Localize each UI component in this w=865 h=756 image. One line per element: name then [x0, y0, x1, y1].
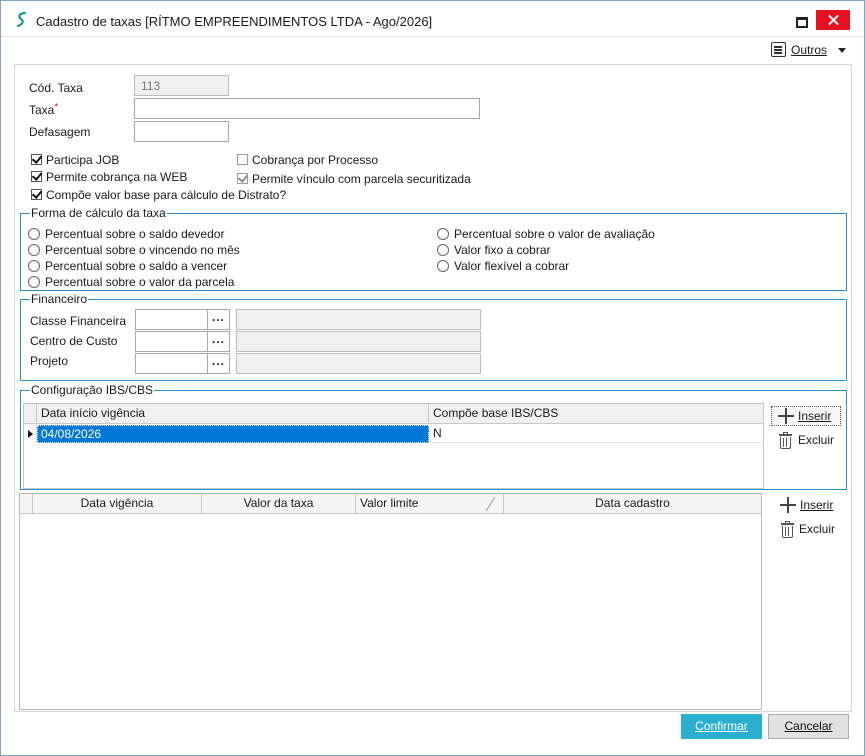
- projeto-lookup-button[interactable]: ...: [208, 353, 230, 374]
- dialog-window: Cadastro de taxas [RÍTMO EMPREENDIMENTOS…: [0, 0, 865, 756]
- forma-calculo-group: Forma de cálculo da taxa Percentual sobr…: [20, 206, 847, 291]
- classe-financeira-code-field[interactable]: [135, 309, 208, 330]
- checkbox-checked-icon: [31, 189, 42, 200]
- checkbox-checked-icon: [237, 173, 248, 184]
- list-icon: [771, 42, 786, 57]
- app-logo-icon: [16, 12, 27, 28]
- radio-label: Valor flexível a cobrar: [454, 259, 570, 273]
- radio-label: Percentual sobre o valor da parcela: [45, 275, 235, 289]
- checkbox-checked-icon: [31, 154, 42, 165]
- required-marker: *: [54, 102, 59, 113]
- table-cell-data-inicio[interactable]: 04/08/2026: [37, 425, 429, 443]
- centro-custo-desc-field: [236, 331, 481, 352]
- classe-financeira-label: Classe Financeira: [30, 314, 127, 328]
- defasagem-field[interactable]: [134, 121, 229, 142]
- centro-custo-lookup-button[interactable]: ...: [208, 331, 230, 352]
- column-valor-taxa[interactable]: Valor da taxa: [202, 494, 356, 514]
- row-pointer-icon: [28, 430, 33, 438]
- plus-icon: [780, 497, 796, 513]
- ibs-inserir-button[interactable]: Inserir: [771, 406, 841, 426]
- radio-icon: [28, 276, 40, 288]
- column-valor-limite[interactable]: Valor limite: [356, 494, 504, 514]
- centro-custo-label: Centro de Custo: [30, 334, 118, 348]
- checkbox-unchecked-icon: [237, 154, 248, 165]
- cod-taxa-label: Cód. Taxa: [29, 81, 83, 95]
- confirmar-button[interactable]: Confirmar: [681, 714, 762, 739]
- vigencia-inserir-button[interactable]: Inserir: [778, 496, 848, 516]
- cancelar-button[interactable]: Cancelar: [768, 714, 849, 739]
- radio-label: Percentual sobre o vincendo no mês: [45, 243, 240, 257]
- vigencia-inserir-label: Inserir: [800, 498, 834, 512]
- financeiro-title: Financeiro: [30, 292, 89, 306]
- radio-label: Percentual sobre o valor de avaliação: [454, 227, 655, 241]
- trash-icon: [779, 432, 792, 449]
- column-data-cadastro[interactable]: Data cadastro: [504, 494, 761, 514]
- vigencia-grid: Data vigência Valor da taxa Valor limite…: [19, 493, 762, 710]
- classe-financeira-lookup-button[interactable]: ...: [208, 309, 230, 330]
- ibs-cbs-grid-header: Data início vigência Compõe base IBS/CBS: [24, 404, 763, 424]
- column-data-inicio-vigencia[interactable]: Data início vigência: [37, 404, 429, 424]
- projeto-label: Projeto: [30, 354, 69, 368]
- radio-label: Valor fixo a cobrar: [454, 243, 551, 257]
- plus-icon: [778, 408, 794, 424]
- column-data-vigencia[interactable]: Data vigência: [33, 494, 202, 514]
- trash-icon: [781, 521, 794, 538]
- projeto-desc-field: [236, 353, 481, 374]
- table-cell-compoe-base[interactable]: N: [430, 425, 763, 443]
- radio-label: Percentual sobre o saldo a vencer: [45, 259, 228, 273]
- ibs-cbs-grid: Data início vigência Compõe base IBS/CBS…: [23, 403, 764, 489]
- column-resize-icon: [485, 497, 496, 511]
- taxa-label: Taxa*: [29, 102, 59, 117]
- participa-job-label: Participa JOB: [46, 153, 120, 167]
- radio-icon: [437, 260, 449, 272]
- radio-icon: [437, 244, 449, 256]
- financeiro-group: Financeiro Classe Financeira ... Centro …: [20, 292, 847, 381]
- cancelar-label: Cancelar: [784, 719, 833, 733]
- radio-icon: [437, 228, 449, 240]
- cobranca-processo-label: Cobrança por Processo: [252, 153, 379, 167]
- chevron-down-icon: [838, 48, 846, 53]
- taxa-field[interactable]: [134, 98, 480, 119]
- projeto-code-field[interactable]: [135, 353, 208, 374]
- defasagem-label: Defasagem: [29, 125, 91, 139]
- confirmar-label: Confirmar: [695, 719, 748, 733]
- permite-cobranca-web-label: Permite cobrança na WEB: [46, 170, 188, 184]
- radio-icon: [28, 228, 40, 240]
- column-compoe-base[interactable]: Compõe base IBS/CBS: [429, 404, 763, 424]
- radio-label: Percentual sobre o saldo devedor: [45, 227, 225, 241]
- radio-icon: [28, 244, 40, 256]
- close-button[interactable]: [816, 10, 850, 30]
- row-indicator-header: [20, 494, 33, 514]
- ibs-cbs-title: Configuração IBS/CBS: [30, 383, 155, 397]
- vigencia-excluir-label: Excluir: [799, 522, 836, 536]
- current-row-indicator: [24, 425, 37, 443]
- checkbox-checked-icon: [31, 171, 42, 182]
- outros-label: Outros: [791, 43, 828, 57]
- compoe-valor-base-label: Compõe valor base para cálculo de Distra…: [46, 188, 287, 202]
- form-panel: Cód. Taxa 113 Taxa* Defasagem Participa …: [14, 64, 852, 712]
- vigencia-grid-header: Data vigência Valor da taxa Valor limite…: [20, 494, 761, 514]
- ibs-cbs-group: Configuração IBS/CBS Data início vigênci…: [20, 383, 849, 490]
- forma-calculo-title: Forma de cálculo da taxa: [30, 206, 167, 220]
- title-bar: Cadastro de taxas [RÍTMO EMPREENDIMENTOS…: [1, 1, 864, 37]
- maximize-button[interactable]: [783, 10, 817, 30]
- radio-icon: [28, 260, 40, 272]
- cod-taxa-field: 113: [134, 75, 229, 96]
- ibs-inserir-label: Inserir: [798, 409, 832, 423]
- column-valor-limite-label: Valor limite: [360, 496, 419, 510]
- ibs-excluir-button[interactable]: Excluir: [779, 431, 849, 451]
- centro-custo-code-field[interactable]: [135, 331, 208, 352]
- row-indicator-header: [24, 404, 37, 424]
- ibs-excluir-label: Excluir: [798, 433, 835, 447]
- vigencia-excluir-button[interactable]: Excluir: [781, 520, 851, 540]
- window-title: Cadastro de taxas [RÍTMO EMPREENDIMENTOS…: [36, 14, 433, 29]
- classe-financeira-desc-field: [236, 309, 481, 330]
- permite-vinculo-label: Permite vínculo com parcela securitizada: [252, 172, 471, 186]
